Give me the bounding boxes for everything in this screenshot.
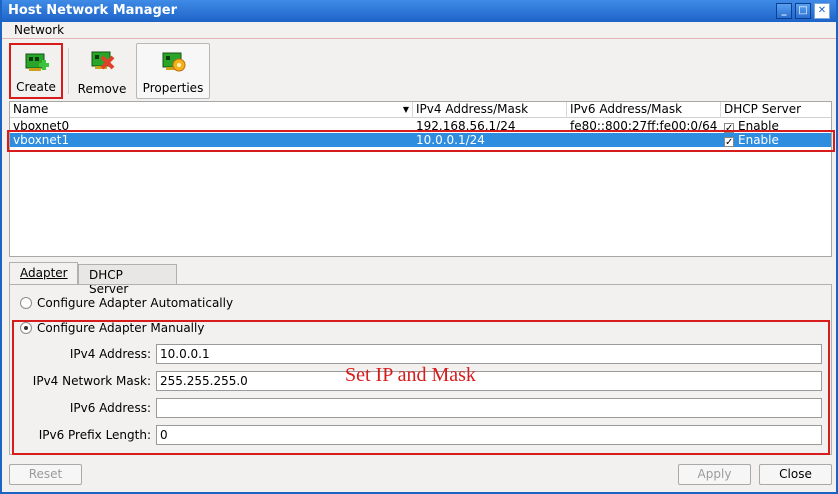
row-ipv4: 192.168.56.1/24 bbox=[416, 119, 516, 133]
dhcp-checkbox[interactable]: ✓ bbox=[724, 123, 734, 134]
minimize-icon[interactable]: _ bbox=[776, 3, 792, 19]
ipv6-address-label: IPv6 Address: bbox=[69, 401, 151, 415]
column-header-ipv4[interactable]: IPv4 Address/Mask bbox=[413, 102, 567, 118]
row-dhcp: ✓ Enable bbox=[721, 119, 779, 134]
window-title: Host Network Manager bbox=[8, 3, 177, 18]
row-dhcp: ✓ Enable bbox=[721, 133, 779, 148]
properties-button[interactable]: Properties bbox=[136, 43, 210, 99]
ipv4-mask-label: IPv4 Network Mask: bbox=[32, 374, 151, 388]
table-row-selected[interactable]: vboxnet1 10.0.0.1/24 ✓ Enable bbox=[10, 133, 831, 148]
table-header: Name ▼ IPv4 Address/Mask IPv6 Address/Ma… bbox=[10, 102, 831, 118]
ipv6-prefix-label: IPv6 Prefix Length: bbox=[38, 428, 151, 442]
properties-label: Properties bbox=[142, 81, 204, 95]
network-card-remove-icon bbox=[91, 51, 115, 70]
remove-label: Remove bbox=[77, 82, 127, 96]
ipv4-mask-input[interactable] bbox=[156, 371, 822, 391]
column-header-ipv6[interactable]: IPv6 Address/Mask bbox=[567, 102, 721, 118]
network-card-add-icon bbox=[25, 53, 49, 71]
title-bar[interactable]: Host Network Manager _ □ ✕ bbox=[2, 0, 836, 22]
radio-off-icon bbox=[20, 297, 32, 309]
annotation-text: Set IP and Mask bbox=[345, 364, 476, 386]
row-name: vboxnet0 bbox=[13, 119, 70, 133]
row-ipv6: fe80::800:27ff:fe00:0/64 bbox=[570, 119, 718, 133]
dhcp-checkbox[interactable]: ✓ bbox=[724, 137, 734, 148]
tab-adapter-label: Adapter bbox=[20, 266, 68, 280]
reset-button[interactable]: Reset bbox=[9, 464, 82, 485]
ipv6-prefix-input[interactable] bbox=[156, 425, 822, 445]
ipv6-address-input[interactable] bbox=[156, 398, 822, 418]
tab-adapter[interactable]: Adapter bbox=[9, 262, 78, 285]
row-dhcp-label: Enable bbox=[738, 119, 779, 133]
tab-dhcp-server[interactable]: DHCP Server bbox=[78, 264, 177, 296]
configure-auto-label: Configure Adapter Automatically bbox=[37, 296, 234, 310]
row-ipv4: 10.0.0.1/24 bbox=[416, 133, 485, 147]
configure-auto-radio[interactable]: Configure Adapter Automatically bbox=[20, 296, 233, 310]
create-button[interactable]: Create bbox=[9, 43, 63, 99]
menu-bar: Network bbox=[2, 22, 836, 39]
column-header-name[interactable]: Name ▼ bbox=[10, 102, 413, 118]
window-controls: _ □ ✕ bbox=[776, 3, 830, 19]
column-header-dhcp[interactable]: DHCP Server bbox=[721, 102, 833, 118]
row-name: vboxnet1 bbox=[13, 133, 70, 147]
close-button[interactable]: Close bbox=[759, 464, 832, 485]
create-label: Create bbox=[16, 80, 56, 94]
remove-button[interactable]: Remove bbox=[74, 43, 130, 99]
menu-network[interactable]: Network bbox=[14, 23, 64, 37]
maximize-icon[interactable]: □ bbox=[795, 3, 811, 19]
ipv4-address-input[interactable] bbox=[156, 344, 822, 364]
network-card-properties-icon bbox=[162, 52, 186, 72]
row-dhcp-label: Enable bbox=[738, 133, 779, 147]
table-row[interactable]: vboxnet0 192.168.56.1/24 fe80::800:27ff:… bbox=[10, 119, 831, 134]
host-networks-table[interactable]: Name ▼ IPv4 Address/Mask IPv6 Address/Ma… bbox=[9, 101, 832, 257]
apply-button[interactable]: Apply bbox=[678, 464, 751, 485]
sort-down-icon: ▼ bbox=[402, 105, 409, 114]
ipv4-address-label: IPv4 Address: bbox=[69, 347, 151, 361]
close-icon[interactable]: ✕ bbox=[814, 3, 830, 19]
toolbar-separator bbox=[68, 48, 69, 94]
column-header-name-label: Name bbox=[13, 102, 49, 116]
host-network-manager-window: Host Network Manager _ □ ✕ Network Creat… bbox=[0, 0, 838, 494]
